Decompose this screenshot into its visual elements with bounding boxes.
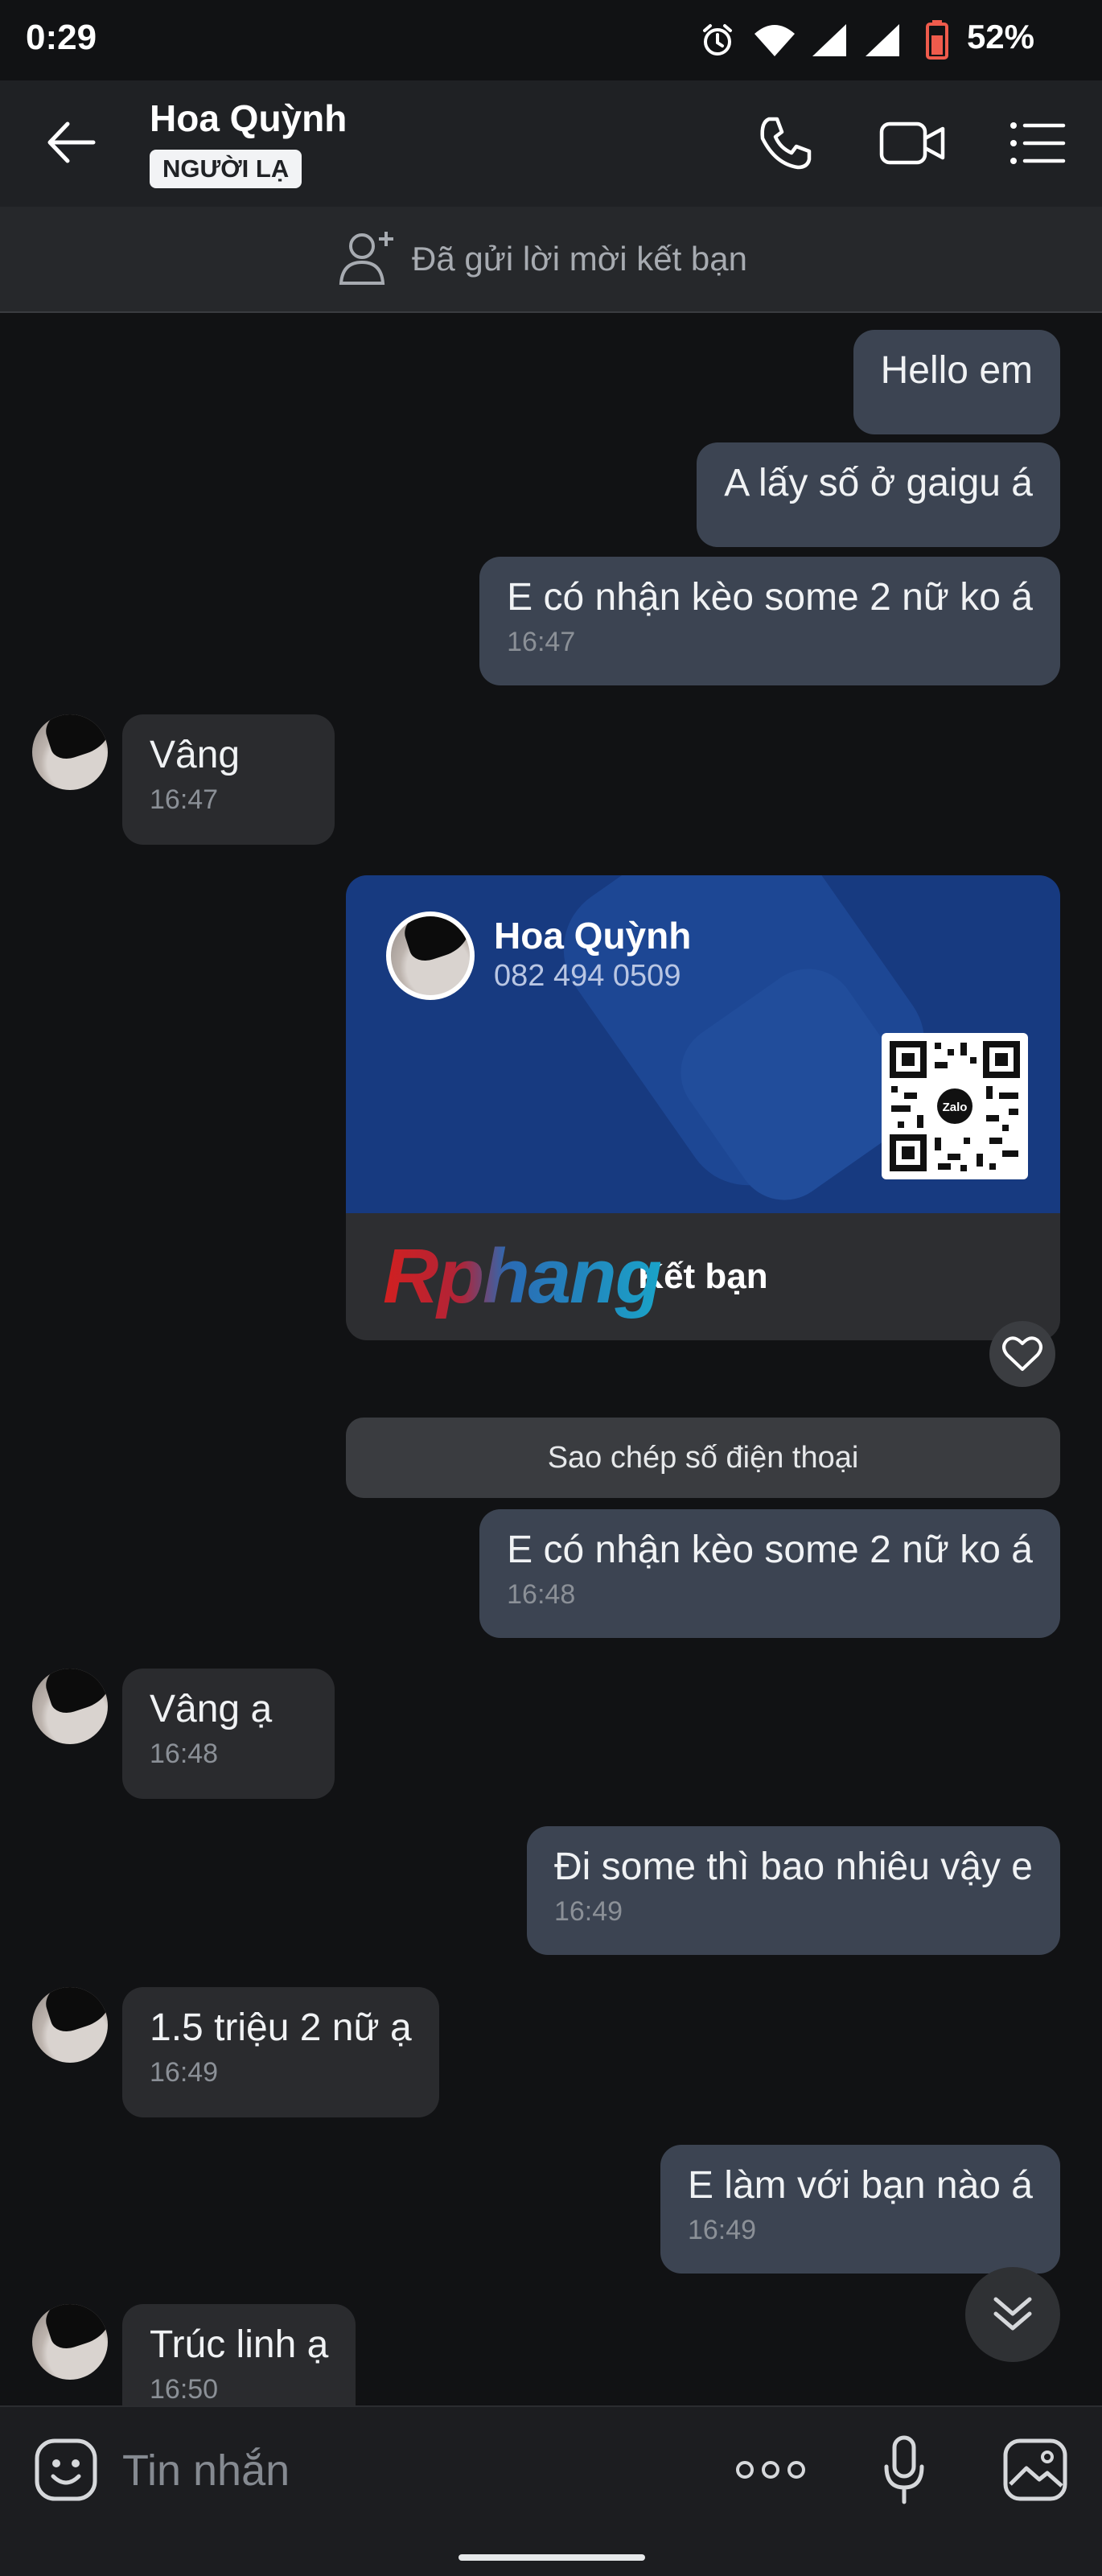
watermark: Rphang	[383, 1233, 662, 1319]
avatar[interactable]	[32, 1669, 108, 1744]
copy-phone-button[interactable]: Sao chép số điện thoại	[346, 1418, 1060, 1498]
message-outgoing[interactable]: E có nhận kèo some 2 nữ ko á 16:48	[479, 1509, 1060, 1638]
message-text: A lấy số ở gaigu á	[724, 462, 1033, 504]
qr-logo: Zalo	[943, 1101, 968, 1114]
battery-icon	[926, 20, 948, 60]
signal-icon	[866, 24, 899, 56]
message-text: Vâng ạ	[150, 1688, 273, 1730]
message-text: 1.5 triệu 2 nữ ạ	[150, 2006, 412, 2049]
home-indicator[interactable]	[458, 2554, 645, 2561]
message-time: 16:48	[150, 1739, 219, 1769]
react-button[interactable]	[989, 1321, 1055, 1387]
add-friend-icon	[339, 232, 393, 285]
microphone-icon[interactable]	[880, 2434, 928, 2507]
message-input[interactable]: Tin nhắn	[122, 2446, 290, 2496]
menu-icon[interactable]	[1009, 119, 1067, 167]
image-icon[interactable]	[1002, 2438, 1068, 2502]
message-text: Vâng	[150, 734, 241, 776]
contact-phone: 082 494 0509	[494, 959, 681, 993]
message-text: E có nhận kèo some 2 nữ ko á	[507, 1529, 1033, 1571]
contact-name: Hoa Quỳnh	[494, 915, 692, 957]
battery-percent: 52%	[966, 18, 1034, 56]
message-time: 16:48	[507, 1579, 576, 1610]
avatar[interactable]	[32, 2304, 108, 2380]
message-incoming[interactable]: 1.5 triệu 2 nữ ạ 16:49	[122, 1987, 439, 2117]
chat-title[interactable]: Hoa Quỳnh	[150, 97, 347, 140]
back-arrow-icon[interactable]	[43, 117, 100, 167]
message-incoming[interactable]: Vâng 16:47	[122, 714, 335, 845]
message-time: 16:49	[553, 1896, 623, 1927]
status-time: 0:29	[26, 18, 97, 57]
message-outgoing[interactable]: Đi some thì bao nhiêu vậy e 16:49	[526, 1826, 1060, 1955]
message-time: 16:49	[687, 2215, 757, 2245]
avatar[interactable]	[32, 714, 108, 790]
phone-icon[interactable]	[756, 114, 814, 172]
message-time: 16:47	[507, 627, 576, 657]
wifi-icon	[755, 25, 795, 56]
message-outgoing[interactable]: E có nhận kèo some 2 nữ ko á 16:47	[479, 557, 1060, 685]
message-text: Hello em	[880, 349, 1033, 392]
stranger-badge: NGƯỜI LẠ	[150, 150, 302, 188]
friend-request-text: Đã gửi lời mời kết bạn	[412, 240, 748, 278]
message-text: E có nhận kèo some 2 nữ ko á	[507, 576, 1033, 619]
message-time: 16:50	[150, 2374, 219, 2405]
message-text: E làm với bạn nào á	[687, 2164, 1033, 2207]
message-outgoing[interactable]: Hello em	[853, 330, 1060, 434]
scroll-down-button[interactable]	[965, 2267, 1060, 2362]
message-time: 16:47	[150, 784, 219, 815]
message-outgoing[interactable]: E làm với bạn nào á 16:49	[660, 2145, 1060, 2274]
message-time: 16:49	[150, 2057, 219, 2088]
chevron-down-icon	[993, 2297, 1032, 2331]
message-text: Đi some thì bao nhiêu vậy e	[553, 1846, 1033, 1888]
emoji-icon[interactable]	[34, 2438, 98, 2502]
heart-icon	[1002, 1336, 1042, 1371]
alarm-icon	[703, 24, 732, 56]
message-outgoing[interactable]: A lấy số ở gaigu á	[697, 442, 1060, 547]
message-incoming[interactable]: Vâng ạ 16:48	[122, 1669, 335, 1799]
more-icon[interactable]	[734, 2454, 808, 2486]
signal-icon	[812, 24, 846, 56]
contact-avatar	[386, 911, 475, 1000]
avatar[interactable]	[32, 1987, 108, 2063]
message-text: Trúc linh ạ	[150, 2323, 329, 2366]
qr-code: Zalo	[882, 1033, 1028, 1179]
video-call-icon[interactable]	[878, 116, 946, 171]
contact-card-header: Hoa Quỳnh 082 494 0509 Zalo	[346, 875, 1060, 1213]
